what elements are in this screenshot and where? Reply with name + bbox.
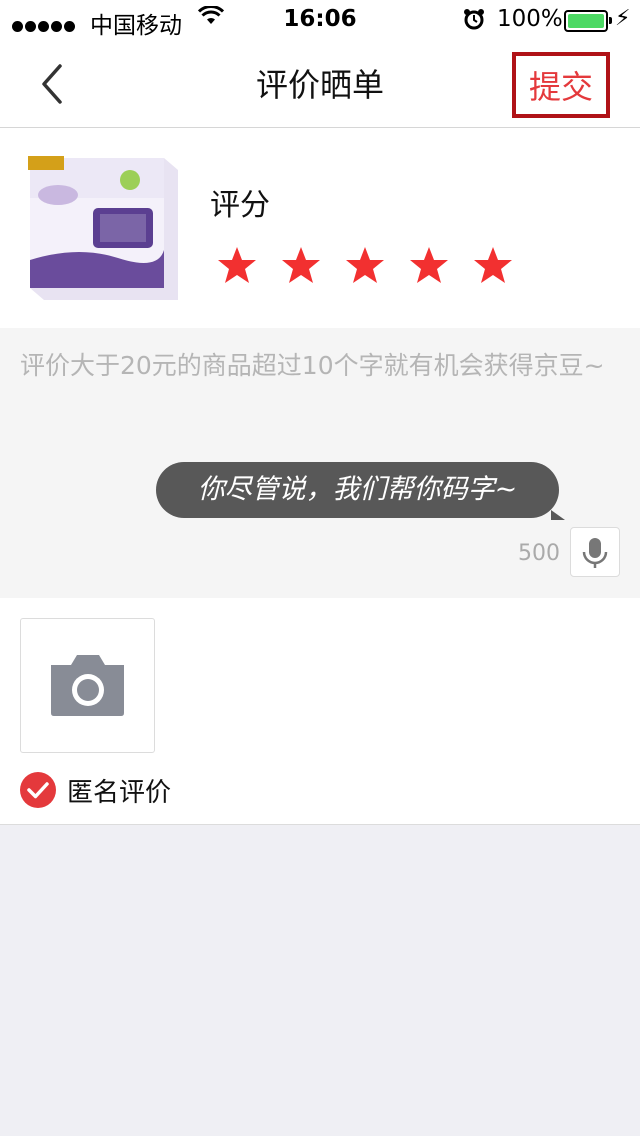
- star-icon[interactable]: [281, 246, 321, 284]
- comment-section: 你尽管说，我们帮你码字~ 500: [0, 328, 640, 598]
- checkmark-icon[interactable]: [20, 772, 56, 808]
- nav-bar: 评价晒单 提交: [0, 40, 640, 128]
- star-icon[interactable]: [409, 246, 449, 284]
- battery-percentage: 100%: [497, 6, 563, 32]
- voice-hint-bubble: 你尽管说，我们帮你码字~: [156, 462, 565, 520]
- battery-icon: [564, 10, 612, 32]
- charging-bolt-icon: ⚡: [615, 6, 631, 31]
- photo-section: 匿名评价: [0, 598, 640, 825]
- char-count: 500: [518, 541, 560, 566]
- add-photo-button[interactable]: [20, 618, 155, 753]
- rating-label: 评分: [210, 188, 270, 223]
- product-rating-section: 评分: [0, 128, 640, 328]
- star-icon[interactable]: [345, 246, 385, 284]
- voice-input-button[interactable]: [570, 527, 620, 577]
- anonymous-label: 匿名评价: [67, 778, 172, 808]
- product-image: [18, 150, 178, 305]
- back-button[interactable]: [36, 62, 70, 106]
- star-icon[interactable]: [217, 246, 257, 284]
- camera-icon: [51, 655, 124, 716]
- microphone-icon: [582, 538, 608, 568]
- chevron-left-icon: [42, 64, 62, 104]
- submit-button[interactable]: 提交: [512, 52, 610, 118]
- alarm-icon: [463, 8, 485, 36]
- star-rating[interactable]: [217, 246, 537, 288]
- review-textarea[interactable]: [20, 346, 620, 446]
- star-icon[interactable]: [473, 246, 513, 284]
- status-bar: 中国移动 16:06 100% ⚡: [0, 0, 640, 40]
- voice-hint-text: 你尽管说，我们帮你码字~: [197, 474, 518, 505]
